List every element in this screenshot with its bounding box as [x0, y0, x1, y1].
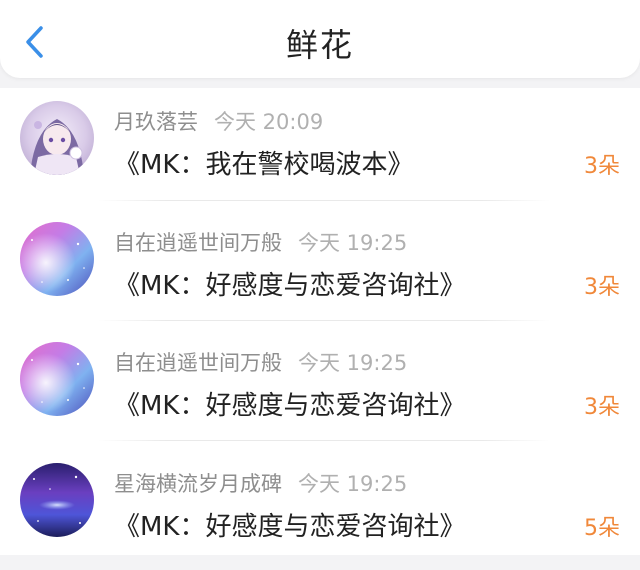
divider: [98, 200, 550, 201]
send-time: 今天 20:09: [214, 110, 324, 134]
sender-meta: 月玖落芸 今天 20:09: [114, 106, 323, 136]
send-time: 今天 19:25: [298, 351, 408, 375]
flower-count: 3朵: [584, 275, 620, 300]
book-title[interactable]: 《MK：我在警校喝波本》: [114, 144, 413, 181]
anime-girl-avatar[interactable]: [20, 101, 94, 175]
galaxy-avatar[interactable]: [20, 342, 94, 416]
divider: [98, 440, 550, 441]
top-bar: 鲜花: [0, 0, 640, 78]
list-item[interactable]: 自在逍遥世间万般 今天 19:25 《MK：好感度与恋爱咨询社》 3朵: [0, 209, 640, 329]
galaxy-avatar[interactable]: [20, 222, 94, 296]
list-item[interactable]: 星海横流岁月成碑 今天 19:25 《MK：好感度与恋爱咨询社》 5朵: [0, 450, 640, 570]
sender-meta: 自在逍遥世间万般 今天 19:25: [114, 347, 407, 377]
sender-name: 星海横流岁月成碑: [114, 472, 282, 496]
sender-name: 自在逍遥世间万般: [114, 231, 282, 255]
list-item[interactable]: 自在逍遥世间万般 今天 19:25 《MK：好感度与恋爱咨询社》 3朵: [0, 329, 640, 449]
flower-count: 3朵: [584, 395, 620, 420]
list-item[interactable]: 月玖落芸 今天 20:09 《MK：我在警校喝波本》 3朵: [0, 88, 640, 208]
book-title[interactable]: 《MK：好感度与恋爱咨询社》: [114, 385, 465, 422]
flower-list: 月玖落芸 今天 20:09 《MK：我在警校喝波本》 3朵 自在逍遥世间万般 今…: [0, 88, 640, 555]
sender-name: 自在逍遥世间万般: [114, 351, 282, 375]
page-title: 鲜花: [285, 26, 354, 64]
nebula-avatar[interactable]: [20, 463, 94, 537]
send-time: 今天 19:25: [298, 231, 408, 255]
sender-name: 月玖落芸: [114, 110, 198, 134]
sender-meta: 星海横流岁月成碑 今天 19:25: [114, 468, 407, 498]
send-time: 今天 19:25: [298, 472, 408, 496]
book-title[interactable]: 《MK：好感度与恋爱咨询社》: [114, 265, 465, 302]
flower-count: 3朵: [584, 154, 620, 179]
book-title[interactable]: 《MK：好感度与恋爱咨询社》: [114, 506, 465, 543]
sender-meta: 自在逍遥世间万般 今天 19:25: [114, 227, 407, 257]
divider: [98, 320, 550, 321]
flower-count: 5朵: [584, 516, 620, 541]
